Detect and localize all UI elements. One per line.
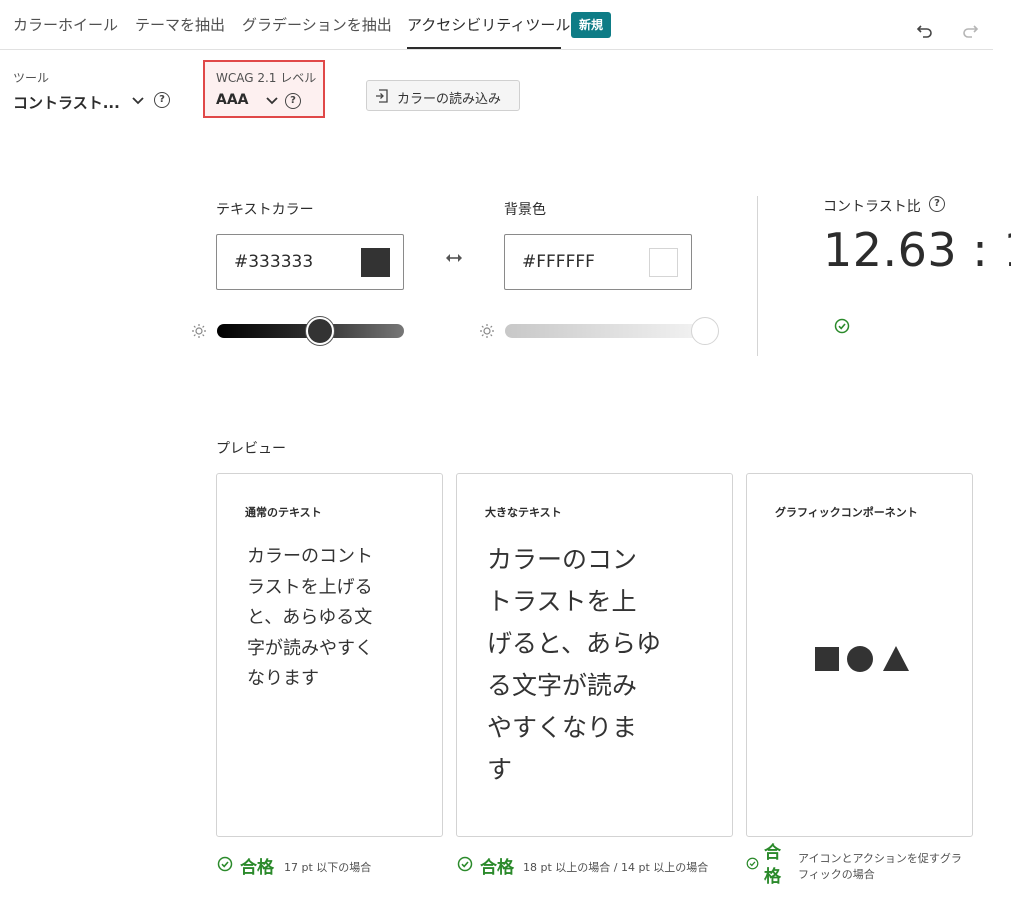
contrast-ratio-value: 12.63 : 1 <box>823 223 1011 277</box>
large-text-pass-note: 18 pt 以上の場合 / 14 pt 以上の場合 <box>523 861 709 874</box>
active-tab-indicator <box>407 47 561 49</box>
tool-help-icon[interactable]: ? <box>154 92 170 108</box>
normal-text-sample: カラーのコント ラストを上げる と、あらゆる文 字が読みやすく なります <box>247 546 373 689</box>
square-icon <box>815 647 839 671</box>
circle-icon <box>847 646 873 672</box>
tab-bar: カラーホイール テーマを抽出 グラデーションを抽出 アクセシビリティツール 新規 <box>0 0 993 50</box>
graphic-pass-status: 合 格 <box>764 843 781 887</box>
divider <box>757 196 758 356</box>
wcag-level-select[interactable]: WCAG 2.1 レベル AAA ? <box>203 60 325 118</box>
check-circle-icon <box>746 857 759 870</box>
text-color-label: テキストカラー <box>216 202 314 218</box>
background-color-hex: #FFFFFF <box>522 252 595 272</box>
tool-label: ツール <box>13 71 50 85</box>
wcag-label: WCAG 2.1 レベル <box>216 71 317 85</box>
contrast-ratio-label: コントラスト比 <box>823 199 921 215</box>
text-color-slider-thumb[interactable] <box>305 317 334 345</box>
background-color-input[interactable]: #FFFFFF <box>504 234 692 290</box>
triangle-icon <box>883 646 909 671</box>
normal-text-pass-status: 合格 <box>240 858 274 878</box>
background-color-slider-thumb[interactable] <box>691 317 719 345</box>
swap-arrows-icon[interactable] <box>444 251 464 265</box>
chevron-down-icon[interactable] <box>132 97 144 105</box>
wcag-help-icon[interactable]: ? <box>285 93 301 109</box>
card-title: 通常のテキスト <box>245 506 322 519</box>
tab-extract-theme[interactable]: テーマを抽出 <box>135 14 225 35</box>
large-text-pass-status: 合格 <box>480 858 514 878</box>
preview-label: プレビュー <box>216 441 286 457</box>
preview-card-normal-text: 通常のテキスト カラーのコント ラストを上げる と、あらゆる文 字が読みやすく … <box>216 473 443 837</box>
card-title: 大きなテキスト <box>485 506 562 519</box>
check-circle-icon <box>457 856 473 872</box>
tab-extract-gradient[interactable]: グラデーションを抽出 <box>242 14 392 35</box>
contrast-help-icon[interactable]: ? <box>929 196 945 212</box>
check-circle-icon <box>217 856 233 872</box>
card-title: グラフィックコンポーネント <box>775 506 918 519</box>
preview-card-large-text: 大きなテキスト カラーのコン トラストを上 げると、あらゆ る文字が読み やすく… <box>456 473 733 837</box>
tool-select[interactable]: コントラスト... <box>13 92 120 113</box>
chevron-down-icon[interactable] <box>266 97 278 105</box>
sun-icon <box>192 324 206 338</box>
check-circle-icon <box>834 318 850 334</box>
background-color-swatch[interactable] <box>649 248 678 277</box>
normal-text-pass-note: 17 pt 以下の場合 <box>284 861 372 874</box>
wcag-value: AAA <box>216 92 249 108</box>
import-label: カラーの読み込み <box>397 92 502 107</box>
background-color-brightness-slider[interactable] <box>505 324 705 338</box>
preview-card-graphic-components: グラフィックコンポーネント <box>746 473 973 837</box>
import-colors-button[interactable]: カラーの読み込み <box>366 80 520 111</box>
tab-accessibility-tools[interactable]: アクセシビリティツール <box>407 14 570 35</box>
text-color-swatch[interactable] <box>361 248 390 277</box>
redo-icon[interactable] <box>960 20 980 40</box>
sun-icon <box>480 324 494 338</box>
text-color-hex: #333333 <box>234 252 314 272</box>
large-text-sample: カラーのコン トラストを上 げると、あらゆ る文字が読み やすくなりま す <box>487 545 662 784</box>
tab-color-wheel[interactable]: カラーホイール <box>13 14 118 35</box>
undo-icon[interactable] <box>915 20 935 40</box>
text-color-input[interactable]: #333333 <box>216 234 404 290</box>
graphic-shapes <box>815 646 909 672</box>
new-badge: 新規 <box>571 12 612 38</box>
graphic-pass-note: アイコンとアクションを促すグラ フィックの場合 <box>798 852 962 881</box>
background-color-label: 背景色 <box>504 202 546 218</box>
import-icon <box>376 89 388 103</box>
